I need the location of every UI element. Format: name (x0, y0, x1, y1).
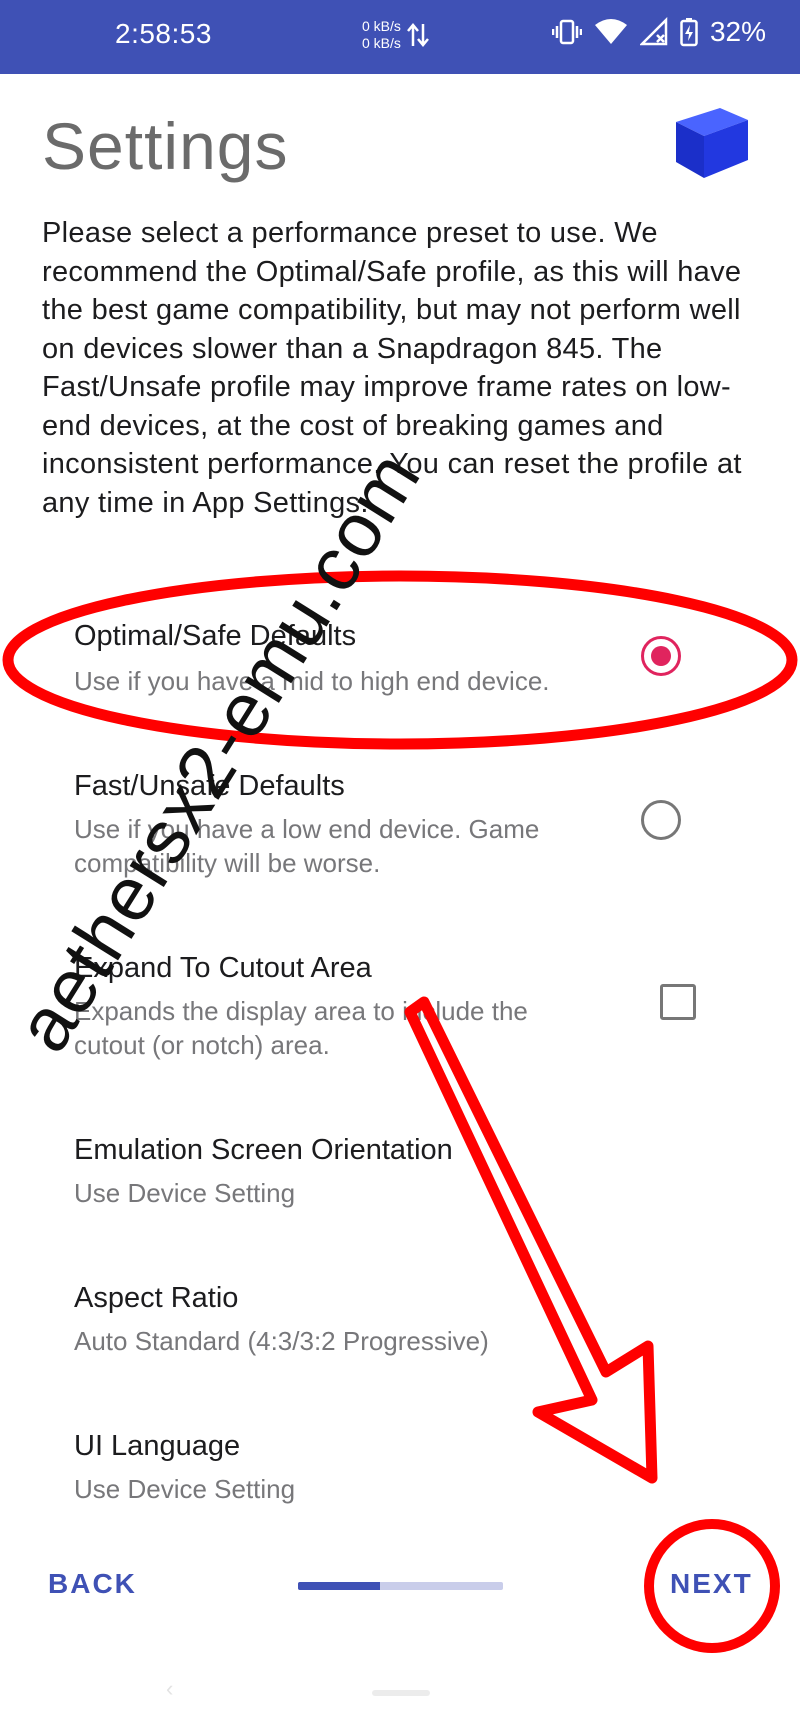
network-speed: 0 kB/s 0 kB/s (362, 18, 429, 52)
option-title: Emulation Screen Orientation (74, 1134, 453, 1166)
preset-description: Please select a performance preset to us… (42, 217, 742, 519)
option-screen-orientation[interactable]: Emulation Screen Orientation Use Device … (0, 1120, 800, 1220)
battery-percent: 32% (709, 16, 766, 47)
option-ui-language[interactable]: UI Language Use Device Setting (0, 1416, 800, 1516)
option-optimal-safe[interactable]: Optimal/Safe Defaults Use if you have a … (0, 606, 800, 706)
net-down-rate: 0 kB/s (362, 35, 401, 51)
option-subtitle: Auto Standard (4:3/3:2 Progressive) (74, 1326, 489, 1356)
option-title: Fast/Unsafe Defaults (74, 770, 345, 802)
next-button[interactable]: NEXT (670, 1568, 753, 1600)
nav-home-handle[interactable] (372, 1690, 430, 1696)
battery-icon (680, 18, 698, 47)
blue-cube-icon (676, 108, 748, 178)
status-right-group: 32% (551, 16, 766, 48)
red-arrow (404, 996, 658, 1484)
step-progress-fill (298, 1582, 380, 1590)
option-subtitle: Use if you have a low end device. Game c… (74, 814, 540, 878)
step-progress (298, 1582, 503, 1590)
status-time: 2:58:53 (115, 18, 212, 49)
net-up-rate: 0 kB/s (362, 18, 401, 34)
option-subtitle: Use if you have a mid to high end device… (74, 666, 550, 696)
option-subtitle: Use Device Setting (74, 1178, 296, 1208)
back-button[interactable]: BACK (48, 1568, 137, 1600)
status-bar: 2:58:53 0 kB/s 0 kB/s 32% (0, 0, 800, 74)
option-title: Optimal/Safe Defaults (74, 620, 357, 652)
option-expand-cutout[interactable]: Expand To Cutout Area Expands the displa… (0, 938, 800, 1068)
radio-fast-unsafe[interactable] (641, 800, 681, 840)
checkbox-expand-cutout[interactable] (660, 984, 696, 1020)
nav-back-icon[interactable]: ‹ (166, 1676, 173, 1702)
vibrate-icon (551, 19, 582, 45)
radio-optimal-safe[interactable] (641, 636, 681, 676)
data-transfer-icon (406, 23, 429, 47)
option-subtitle: Use Device Setting (74, 1474, 296, 1504)
option-subtitle: Expands the display area to include the … (74, 996, 528, 1060)
option-title: Aspect Ratio (74, 1282, 239, 1314)
signal-icon (639, 17, 668, 46)
page-title: Settings (42, 109, 289, 183)
option-fast-unsafe[interactable]: Fast/Unsafe Defaults Use if you have a l… (0, 756, 800, 886)
wifi-icon (594, 19, 627, 44)
option-aspect-ratio[interactable]: Aspect Ratio Auto Standard (4:3/3:2 Prog… (0, 1268, 800, 1368)
option-title: UI Language (74, 1430, 241, 1462)
option-title: Expand To Cutout Area (74, 952, 372, 984)
